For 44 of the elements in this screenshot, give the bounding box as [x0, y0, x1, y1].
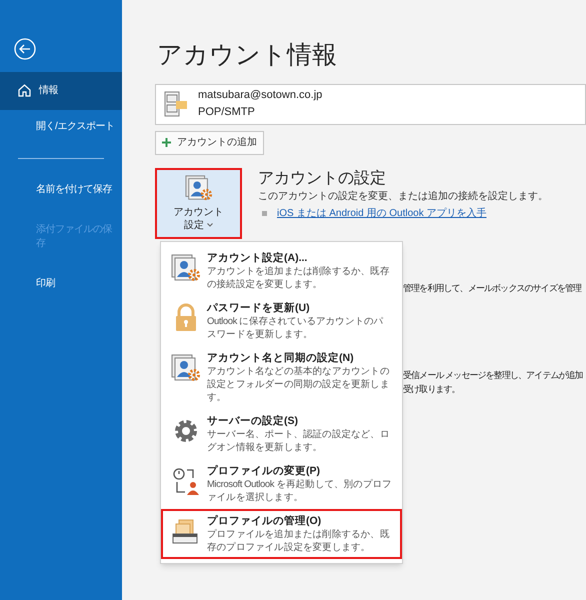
account-settings-button[interactable]: アカウント設定 — [155, 168, 242, 238]
background-text: 受け取ります。 — [403, 382, 461, 396]
menu-item-title: プロファイルの管理(O) — [207, 514, 322, 528]
profile-switch-icon — [171, 466, 201, 496]
menu-item-description: アカウントを追加または削除するか、既存の接続設定を変更します。 — [207, 265, 390, 291]
add-account-button[interactable]: アカウントの追加 — [155, 130, 264, 154]
sidebar-item[interactable]: 印刷 — [0, 267, 122, 301]
mailbox-icon — [164, 91, 188, 117]
bullet-icon — [262, 210, 267, 216]
menu-item[interactable]: サーバーの設定(S) サーバー名、ポート、認証の設定など、ログオン情報を更新します。 — [161, 409, 402, 459]
menu-item-title: アカウント名と同期の設定(N) — [207, 351, 355, 365]
menu-item-description: プロファイルを追加または削除するか、既存のプロファイル設定を変更します。 — [207, 528, 390, 554]
sidebar-item[interactable]: 情報 — [0, 72, 122, 110]
menu-item-title: アカウント設定(A)... — [207, 251, 308, 265]
sidebar-item[interactable]: 開く/エクスポート — [0, 110, 122, 144]
menu-item[interactable]: プロファイルの管理(O) プロファイルを追加または削除するか、既存のプロファイル設定を変更します。 — [161, 509, 402, 559]
background-text: 受信メール メッセージを整理し、アイテムが追加 — [403, 368, 584, 382]
app-link[interactable]: iOS または Android 用の Outlook アプリを入手 — [277, 206, 486, 220]
background-text: 管理を利用して、メールボックスのサイズを管理 — [403, 282, 583, 294]
section-heading: アカウントの設定 — [258, 168, 387, 188]
section-description: このアカウントの設定を変更、または追加の接続を設定します。 — [258, 190, 548, 204]
menu-item-title: サーバーの設定(S) — [207, 414, 299, 428]
menu-item-description: Outlook に保存されているアカウントのパスワードを更新します。 — [207, 315, 384, 341]
menu-item-description: Microsoft Outlook を再起動して、別のプロファイルを選択します。 — [207, 478, 392, 504]
page-title: アカウント情報 — [157, 40, 338, 71]
menu-item-title: パスワードを更新(U) — [207, 301, 311, 315]
menu-item-description: アカウント名などの基本的なアカウントの設定とフォルダーの同期の設定を更新します。 — [207, 365, 390, 404]
back-icon[interactable] — [14, 38, 36, 60]
account-settings-icon — [184, 174, 212, 202]
account-settings-icon — [171, 253, 201, 283]
account-email: matsubara@sotown.co.jp — [198, 88, 322, 103]
menu-item-title: プロファイルの変更(P) — [207, 464, 321, 478]
menu-item[interactable]: アカウント名と同期の設定(N) アカウント名などの基本的なアカウントの設定とフォルダーの同期の設定を更新します。 — [161, 346, 402, 409]
menu-item[interactable]: プロファイルの変更(P) Microsoft Outlook を再起動して、別のプロファイルを選択します。 — [161, 459, 402, 509]
home-icon — [18, 84, 31, 97]
account-selector[interactable]: matsubara@sotown.co.jp POP/SMTP — [155, 84, 586, 124]
account-type: POP/SMTP — [198, 105, 256, 120]
sidebar-item[interactable]: 名前を付けて保存 — [0, 173, 122, 207]
account-settings-icon — [171, 353, 201, 383]
menu-item-description: サーバー名、ポート、認証の設定など、ログオン情報を更新します。 — [207, 428, 390, 454]
caret-icon — [207, 223, 213, 228]
menu-item[interactable]: パスワードを更新(U) Outlook に保存されているアカウントのパスワードを更新します。 — [161, 296, 402, 346]
plus-icon — [162, 138, 171, 147]
menu-item[interactable]: アカウント設定(A)... アカウントを追加または削除するか、既存の接続設定を変更します。 — [161, 246, 402, 296]
